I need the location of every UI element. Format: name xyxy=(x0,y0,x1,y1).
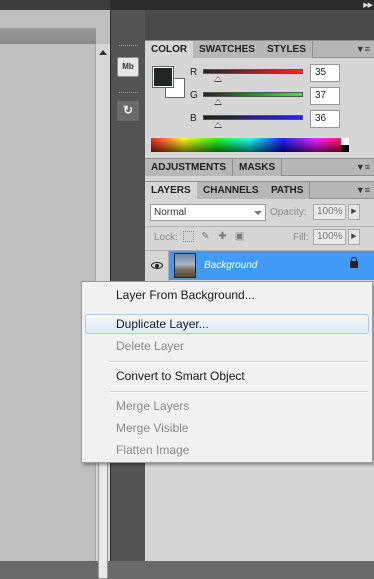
chevron-down-icon xyxy=(254,211,262,215)
dock-grip[interactable] xyxy=(119,45,138,48)
tab-paths[interactable]: PATHS xyxy=(265,182,311,199)
tab-layers[interactable]: LAYERS xyxy=(145,182,198,200)
layers-panel-tabs: LAYERS CHANNELS PATHS ▼≡ xyxy=(145,181,374,200)
layer-row[interactable]: Background xyxy=(145,250,374,281)
black-white-swatch[interactable] xyxy=(341,138,349,152)
history-panel-icon[interactable]: ↻ xyxy=(117,101,139,121)
color-spectrum-ramp[interactable] xyxy=(151,138,349,152)
menu-separator xyxy=(110,391,368,393)
eye-icon xyxy=(151,262,163,269)
scroll-up-arrow-icon[interactable] xyxy=(99,50,107,55)
lock-transparent-pixels-icon[interactable] xyxy=(183,231,194,242)
tab-channels[interactable]: CHANNELS xyxy=(197,182,266,199)
mini-bridge-button[interactable]: Mb xyxy=(117,57,139,77)
lock-image-pixels-icon[interactable]: ✎ xyxy=(200,231,211,242)
layer-visibility-toggle[interactable] xyxy=(145,251,169,281)
menu-item-layer-from-background[interactable]: Layer From Background... xyxy=(85,285,369,305)
color-panel: R 35 G 37 B 36 xyxy=(145,58,374,158)
menu-item-convert-to-smart-object[interactable]: Convert to Smart Object xyxy=(85,366,369,386)
application-bar xyxy=(0,0,110,10)
fill-label: Fill: xyxy=(293,232,309,243)
green-slider[interactable] xyxy=(203,92,303,97)
menu-separator xyxy=(110,361,368,363)
blue-slider[interactable] xyxy=(203,115,303,120)
tab-swatches[interactable]: SWATCHES xyxy=(193,41,262,58)
document-tab-strip xyxy=(0,28,96,44)
tab-color[interactable]: COLOR xyxy=(145,41,195,59)
panel-menu-icon[interactable]: ▼≡ xyxy=(356,44,370,54)
blue-slider-thumb[interactable] xyxy=(214,122,222,128)
tab-adjustments[interactable]: ADJUSTMENTS xyxy=(145,159,234,176)
opacity-field[interactable]: 100% xyxy=(313,204,346,220)
green-label: G xyxy=(190,90,198,101)
red-value-field[interactable]: 35 xyxy=(310,64,340,82)
menu-item-delete-layer[interactable]: Delete Layer xyxy=(85,336,369,356)
collapse-panels-icon[interactable]: ▶▶ xyxy=(363,1,373,9)
layer-thumbnail xyxy=(174,253,196,278)
blend-mode-value: Normal xyxy=(154,207,187,218)
opacity-slider-arrow-icon[interactable]: ▶ xyxy=(348,204,360,220)
scrollbar-thumb[interactable] xyxy=(98,454,108,579)
panels-header: ▶▶ xyxy=(145,0,374,10)
lock-position-icon[interactable]: ✚ xyxy=(217,231,228,242)
layer-name[interactable]: Background xyxy=(204,260,257,271)
green-slider-thumb[interactable] xyxy=(214,99,222,105)
panel-dock-gap xyxy=(145,10,374,40)
dock-grip[interactable] xyxy=(119,92,138,95)
red-label: R xyxy=(190,67,198,78)
layer-context-menu: Layer From Background... Duplicate Layer… xyxy=(81,281,373,463)
menu-item-merge-visible[interactable]: Merge Visible xyxy=(85,418,369,438)
color-panel-tabs: COLOR SWATCHES STYLES ▼≡ xyxy=(145,40,374,59)
adjustments-panel-tabs: ADJUSTMENTS MASKS ▼≡ xyxy=(145,158,374,176)
menu-item-merge-layers[interactable]: Merge Layers xyxy=(85,396,369,416)
divider xyxy=(145,226,374,227)
opacity-label: Opacity: xyxy=(270,207,307,218)
red-slider[interactable] xyxy=(203,69,303,74)
red-slider-thumb[interactable] xyxy=(214,76,222,82)
blue-value-field[interactable]: 36 xyxy=(310,110,340,128)
tab-styles[interactable]: STYLES xyxy=(261,41,313,58)
menu-item-flatten-image[interactable]: Flatten Image xyxy=(85,440,369,460)
menu-item-duplicate-layer[interactable]: Duplicate Layer... xyxy=(85,314,369,334)
tab-masks[interactable]: MASKS xyxy=(233,159,283,176)
blend-mode-select[interactable]: Normal xyxy=(150,204,266,221)
lock-all-icon[interactable]: ▣ xyxy=(234,231,245,242)
panel-menu-icon[interactable]: ▼≡ xyxy=(356,185,370,195)
lock-label: Lock: xyxy=(154,232,178,243)
green-value-field[interactable]: 37 xyxy=(310,87,340,105)
foreground-color-swatch[interactable] xyxy=(152,66,174,88)
fill-field[interactable]: 100% xyxy=(313,229,346,245)
dock-header xyxy=(111,0,146,10)
fill-slider-arrow-icon[interactable]: ▶ xyxy=(348,229,360,245)
lock-icon xyxy=(350,257,358,268)
panel-menu-icon[interactable]: ▼≡ xyxy=(356,162,370,172)
blue-label: B xyxy=(190,113,197,124)
